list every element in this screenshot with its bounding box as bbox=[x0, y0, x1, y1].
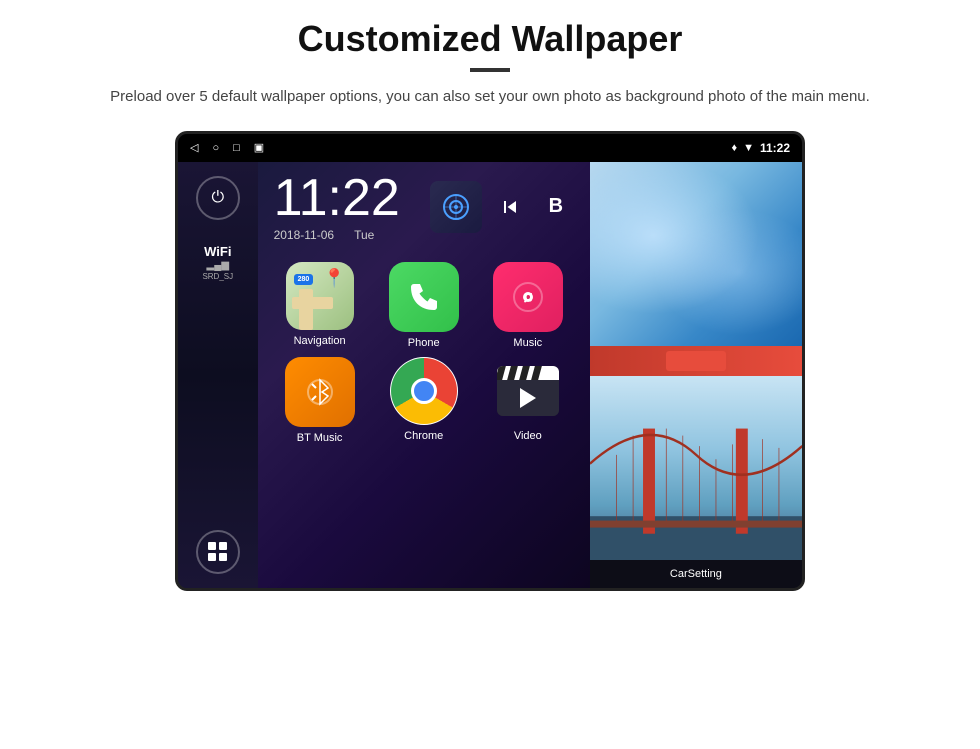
home-icon: ○ bbox=[212, 142, 219, 154]
wifi-status-icon: ▼ bbox=[743, 142, 754, 154]
navigation-icon: 280 📍 bbox=[286, 262, 354, 330]
map-pin-icon: 📍 bbox=[323, 268, 345, 289]
video-icon bbox=[494, 357, 562, 425]
left-sidebar: ⏻ WiFi ▂▄▆ SRD_SJ bbox=[178, 162, 258, 588]
app-item-music[interactable]: ♫ Music bbox=[480, 262, 576, 349]
btmusic-label: BT Music bbox=[297, 432, 343, 444]
video-label: Video bbox=[514, 430, 542, 442]
screenshot-icon: ▣ bbox=[254, 141, 264, 154]
bridge-texture bbox=[590, 376, 802, 560]
wifi-bars-icon: ▂▄▆ bbox=[207, 260, 229, 271]
apps-button[interactable] bbox=[196, 530, 240, 574]
screen-content: ⏻ WiFi ▂▄▆ SRD_SJ bbox=[178, 162, 802, 588]
wifi-block: WiFi ▂▄▆ SRD_SJ bbox=[202, 244, 233, 281]
back-icon: ◁ bbox=[190, 141, 198, 154]
clock-icons: B bbox=[430, 181, 574, 233]
apps-grid-icon bbox=[208, 542, 227, 561]
btmusic-icon bbox=[285, 357, 355, 427]
chrome-inner-circle bbox=[411, 378, 437, 404]
phone-label: Phone bbox=[408, 337, 440, 349]
wifi-ssid: SRD_SJ bbox=[202, 272, 233, 281]
chrome-icon bbox=[390, 357, 458, 425]
status-bar-left: ◁ ○ □ ▣ bbox=[190, 141, 264, 154]
wireless-icon bbox=[430, 181, 482, 233]
right-panel: CarSetting bbox=[590, 162, 802, 588]
navigation-label: Navigation bbox=[294, 335, 346, 347]
clock-day: Tue bbox=[354, 228, 374, 242]
media-prev-icon[interactable] bbox=[492, 189, 528, 225]
map-road-label: 280 bbox=[294, 274, 314, 285]
center-content: 11:22 2018-11-06 Tue bbox=[258, 162, 590, 588]
carsetting-area[interactable]: CarSetting bbox=[590, 560, 802, 588]
carsetting-label: CarSetting bbox=[670, 568, 722, 580]
music-icon: ♫ bbox=[493, 262, 563, 332]
recents-icon: □ bbox=[233, 142, 240, 154]
media-next-icon[interactable]: B bbox=[538, 189, 574, 225]
device-mockup: ◁ ○ □ ▣ ♦ ▼ 11:22 ⏻ WiFi ▂▄▆ SRD bbox=[175, 131, 805, 591]
app-item-phone[interactable]: Phone bbox=[376, 262, 472, 349]
chrome-label: Chrome bbox=[404, 430, 443, 442]
clock-date: 2018-11-06 Tue bbox=[274, 228, 375, 242]
wifi-label: WiFi bbox=[204, 244, 231, 259]
play-triangle-icon bbox=[520, 388, 536, 408]
power-icon: ⏻ bbox=[211, 189, 224, 207]
status-bar-right: ♦ ▼ 11:22 bbox=[731, 141, 790, 155]
svg-text:♫: ♫ bbox=[522, 289, 534, 306]
title-divider bbox=[470, 68, 510, 72]
status-bar: ◁ ○ □ ▣ ♦ ▼ 11:22 bbox=[178, 134, 802, 162]
app-item-btmusic[interactable]: BT Music bbox=[272, 357, 368, 444]
app-grid: 280 📍 Navigation Phone bbox=[258, 252, 590, 454]
page-subtitle: Preload over 5 default wallpaper options… bbox=[110, 86, 870, 109]
wallpaper-ice-blue[interactable] bbox=[590, 162, 802, 346]
app-item-navigation[interactable]: 280 📍 Navigation bbox=[272, 262, 368, 349]
page-title: Customized Wallpaper bbox=[298, 18, 683, 60]
power-button[interactable]: ⏻ bbox=[196, 176, 240, 220]
clock-time: 11:22 bbox=[274, 172, 400, 224]
app-item-video[interactable]: Video bbox=[480, 357, 576, 444]
clock-display: 11:22 2018-11-06 Tue bbox=[274, 172, 400, 242]
phone-icon bbox=[389, 262, 459, 332]
wallpaper-middle-strip bbox=[590, 346, 802, 376]
media-bar bbox=[666, 351, 726, 371]
wallpaper-golden-gate[interactable] bbox=[590, 376, 802, 560]
status-time: 11:22 bbox=[760, 141, 790, 155]
clock-date-value: 2018-11-06 bbox=[274, 228, 335, 242]
clock-area: 11:22 2018-11-06 Tue bbox=[258, 162, 590, 252]
ice-texture bbox=[590, 162, 802, 346]
music-label: Music bbox=[513, 337, 542, 349]
app-item-chrome[interactable]: Chrome bbox=[376, 357, 472, 444]
location-icon: ♦ bbox=[731, 142, 737, 154]
